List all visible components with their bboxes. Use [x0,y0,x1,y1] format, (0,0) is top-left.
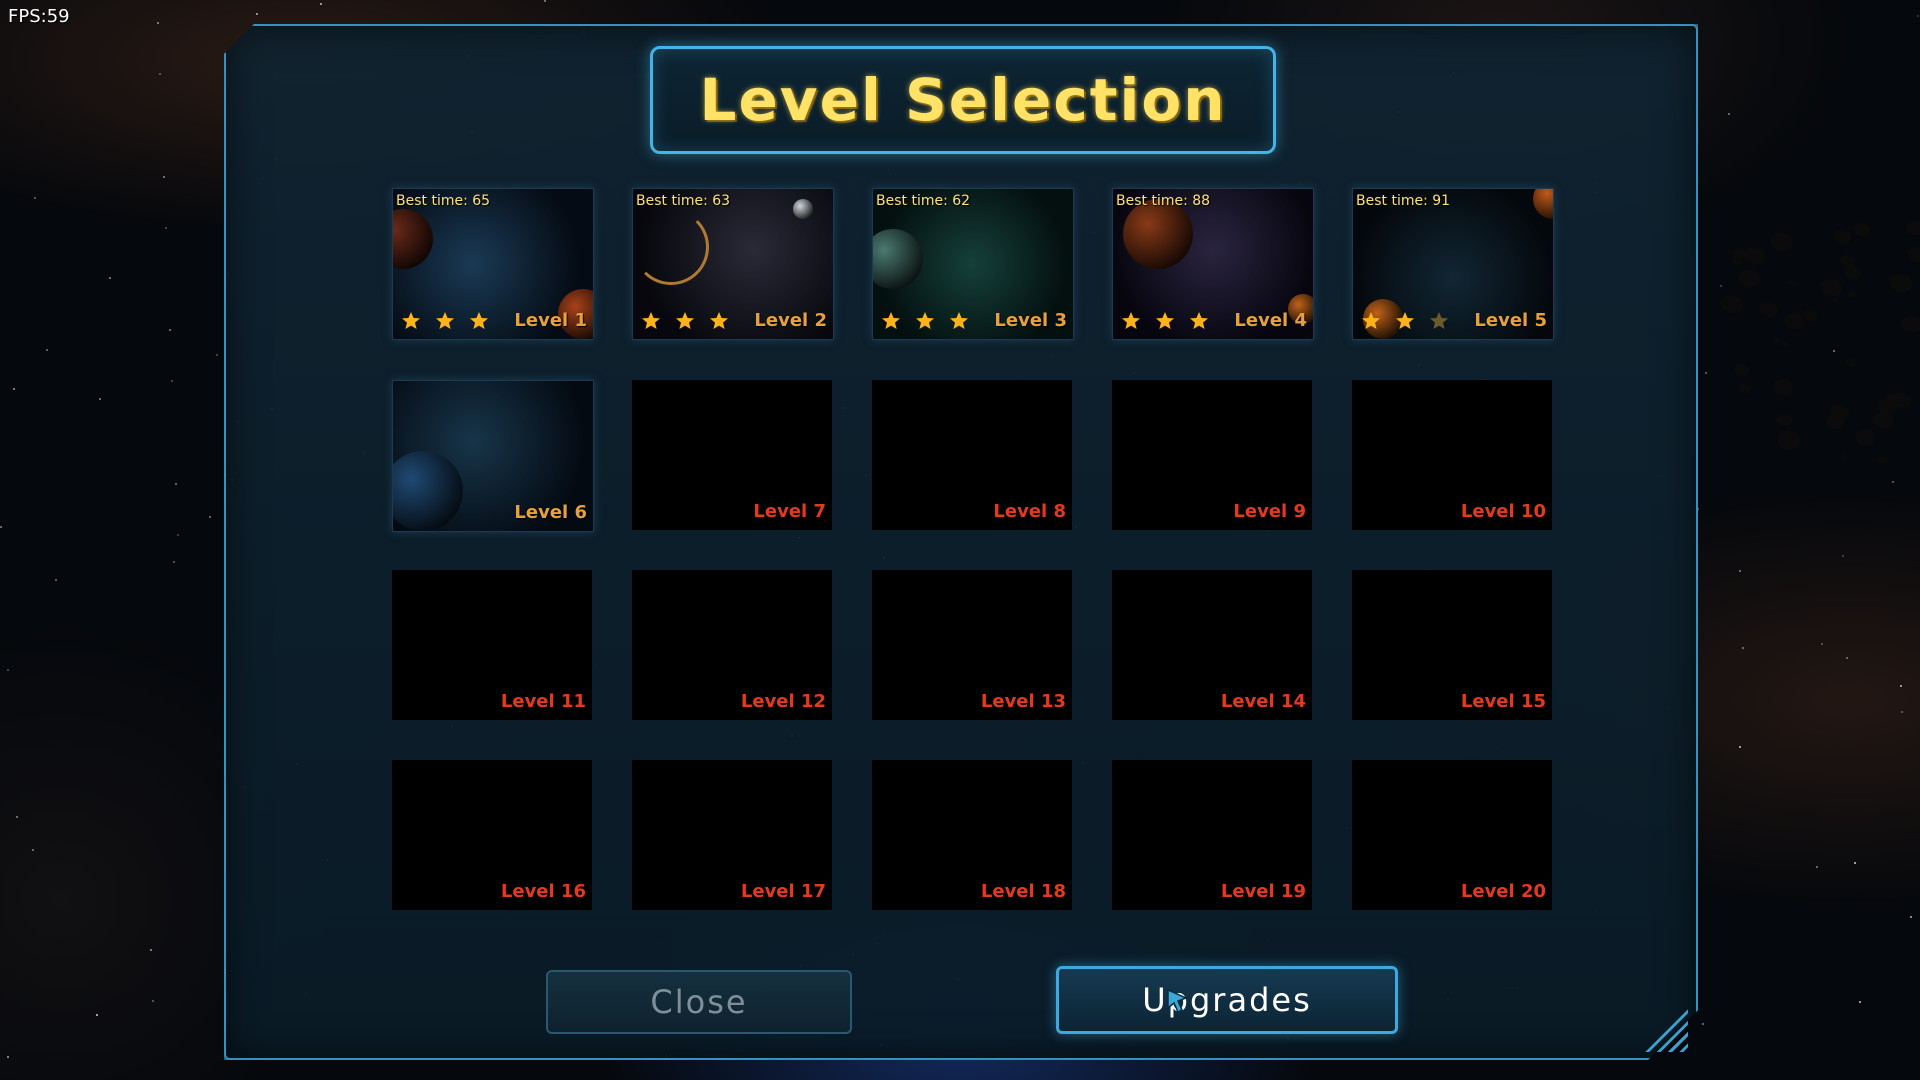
star-filled-icon [1396,312,1414,329]
level-label: Level 17 [740,881,826,902]
close-button[interactable]: Close [546,970,852,1034]
level-label: Level 10 [1460,501,1546,522]
level-tile-4[interactable]: Best time: 88 Level 4 [1112,188,1314,340]
level-label: Level 3 [994,310,1067,331]
level-label: Level 1 [514,310,587,331]
planet-image [633,209,709,285]
star-filled-icon [882,312,900,329]
planet-image [793,199,813,219]
level-label: Level 2 [754,310,827,331]
level-tile-2[interactable]: Best time: 63 Level 2 [632,188,834,340]
level-tile-1[interactable]: Best time: 65 Level 1 [392,188,594,340]
level-label: Level 16 [500,881,586,902]
star-filled-icon [642,312,660,329]
level-tile-15: Level 15 [1352,570,1552,720]
star-filled-icon [676,312,694,329]
star-filled-icon [436,312,454,329]
star-rating [1361,311,1449,331]
level-label: Level 19 [1220,881,1306,902]
level-tile-11: Level 11 [392,570,592,720]
planet-image [393,451,463,531]
level-tile-9: Level 9 [1112,380,1312,530]
level-tile-16: Level 16 [392,760,592,910]
planet-image [1533,189,1553,219]
star-filled-icon [710,312,728,329]
star-rating [881,311,969,331]
star-rating [641,311,729,331]
level-tile-12: Level 12 [632,570,832,720]
level-label: Level 15 [1460,691,1546,712]
level-tile-8: Level 8 [872,380,1072,530]
game-screen: FPS:59 Level Selection Best time: 65 Leve… [0,0,1920,1080]
star-filled-icon [1190,312,1208,329]
star-filled-icon [1362,312,1380,329]
level-label: Level 14 [1220,691,1306,712]
level-label: Level 11 [500,691,586,712]
level-tile-6[interactable]: Level 6 [392,380,594,532]
mouse-cursor-icon [1167,988,1188,1014]
best-time-label: Best time: 63 [636,193,731,209]
level-grid: Best time: 65 Level 1 Best time: 63 Level 2… [0,0,1920,1080]
level-tile-3[interactable]: Best time: 62 Level 3 [872,188,1074,340]
level-tile-10: Level 10 [1352,380,1552,530]
planet-image [873,229,923,289]
upgrades-button[interactable]: Upgrades [1056,966,1398,1034]
level-tile-7: Level 7 [632,380,832,530]
level-tile-14: Level 14 [1112,570,1312,720]
star-rating [1121,311,1209,331]
level-label: Level 4 [1234,310,1307,331]
best-time-label: Best time: 65 [396,193,491,209]
level-label: Level 18 [980,881,1066,902]
planet-image [1123,199,1193,269]
star-filled-icon [402,312,420,329]
star-filled-icon [470,312,488,329]
star-empty-icon [1430,312,1448,329]
best-time-label: Best time: 88 [1116,193,1211,209]
star-rating [401,311,489,331]
best-time-label: Best time: 62 [876,193,971,209]
level-label: Level 5 [1474,310,1547,331]
star-filled-icon [950,312,968,329]
level-label: Level 7 [753,501,826,522]
level-tile-13: Level 13 [872,570,1072,720]
level-label: Level 20 [1460,881,1546,902]
level-label: Level 13 [980,691,1066,712]
level-label: Level 8 [993,501,1066,522]
star-filled-icon [916,312,934,329]
level-label: Level 9 [1233,501,1306,522]
best-time-label: Best time: 91 [1356,193,1451,209]
planet-image [393,209,433,269]
level-tile-18: Level 18 [872,760,1072,910]
level-tile-17: Level 17 [632,760,832,910]
level-tile-20: Level 20 [1352,760,1552,910]
level-label: Level 6 [514,502,587,523]
level-label: Level 12 [740,691,826,712]
level-tile-19: Level 19 [1112,760,1312,910]
star-filled-icon [1122,312,1140,329]
level-tile-5[interactable]: Best time: 91 Level 5 [1352,188,1554,340]
star-filled-icon [1156,312,1174,329]
